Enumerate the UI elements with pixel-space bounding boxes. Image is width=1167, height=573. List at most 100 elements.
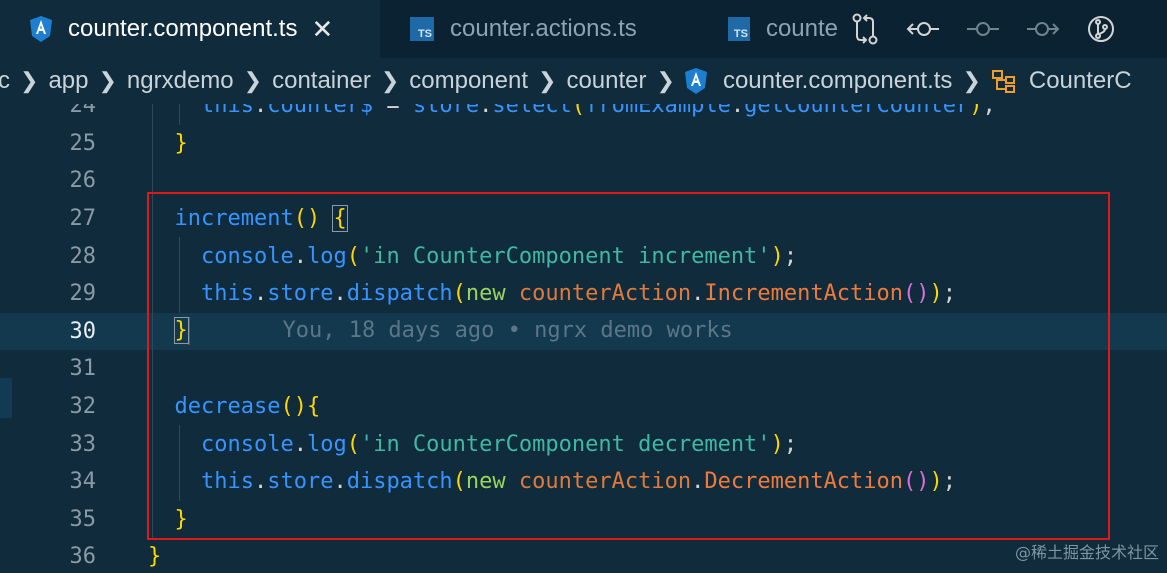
breadcrumb-item[interactable]: component (403, 67, 534, 95)
line-number: 27 (69, 206, 97, 232)
code-text: this.store.dispatch(new counterAction.In… (148, 281, 956, 306)
code-text: this.store.dispatch(new counterAction.De… (148, 469, 956, 494)
code-token: increment (174, 206, 294, 232)
breadcrumb-item[interactable]: container (266, 67, 377, 95)
indent-guide (152, 350, 153, 388)
code-text: decrease(){ (148, 394, 321, 420)
line-number: 25 (69, 130, 97, 156)
chevron-right-icon: ❯ (243, 68, 263, 93)
line-number: 24 (69, 104, 97, 119)
code-line[interactable]: 29 this.store.dispatch(new counterAction… (0, 275, 1167, 313)
line-number: 31 (69, 356, 97, 382)
code-text: this.counter$ = store.select(fromExample… (148, 104, 996, 118)
code-token: console (200, 243, 294, 269)
line-number: 35 (69, 506, 97, 532)
code-token: . (479, 104, 493, 119)
chevron-right-icon: ❯ (962, 68, 981, 93)
code-token: dispatch (346, 469, 453, 495)
code-token: decrease (174, 394, 281, 420)
line-number: 32 (69, 394, 97, 420)
breadcrumb-file[interactable]: counter.component.ts (717, 67, 958, 95)
code-text: console.log('in CounterComponent increme… (148, 244, 797, 269)
blame-spacer (190, 318, 283, 343)
code-editor[interactable]: 24 this.counter$ = store.select(fromExam… (0, 104, 1167, 573)
close-icon[interactable]: ✕ (311, 14, 333, 45)
open-changes-icon[interactable] (850, 12, 880, 46)
code-line[interactable]: 34 this.store.dispatch(new counterAction… (0, 463, 1167, 501)
code-token: } (173, 317, 189, 345)
code-token: this (200, 281, 254, 307)
code-token: ) (929, 281, 943, 307)
code-token: () (280, 394, 307, 420)
breadcrumb-item[interactable]: ngrxdemo (121, 67, 240, 95)
code-line[interactable]: 33 console.log('in CounterComponent decr… (0, 425, 1167, 463)
code-token: log (306, 431, 347, 457)
commit-icon[interactable] (966, 16, 1000, 42)
code-token: . (333, 281, 347, 307)
code-token: fromExample (585, 104, 731, 119)
code-token: . (253, 281, 268, 307)
code-token: ; (942, 469, 957, 495)
line-number: 36 (69, 544, 97, 570)
line-number: 29 (69, 281, 97, 307)
code-line[interactable]: 27 increment() { (0, 199, 1167, 238)
breadcrumb-item[interactable]: c (0, 67, 16, 95)
tab-counter-truncated[interactable]: TS counte (698, 0, 838, 58)
code-line[interactable]: 24 this.counter$ = store.select(fromExam… (0, 104, 1167, 125)
editor-actions (850, 0, 1116, 58)
chevron-right-icon: ❯ (538, 68, 557, 93)
tab-counter-actions[interactable]: TS counter.actions.ts (380, 0, 698, 58)
code-token: = (373, 104, 413, 119)
code-token: getCounterCounter (744, 104, 970, 119)
breadcrumb-symbol[interactable]: CounterC (1023, 67, 1138, 95)
code-line[interactable]: 36} (0, 538, 1167, 573)
code-line[interactable]: 26 (0, 162, 1167, 200)
code-token: { (306, 394, 321, 420)
code-text: } (148, 131, 188, 156)
code-token: select (492, 104, 572, 119)
code-line[interactable]: 35 } (0, 500, 1167, 539)
tab-label: counter.actions.ts (450, 15, 637, 42)
code-line[interactable]: 30 } You, 18 days ago • ngrx demo works (0, 312, 1167, 351)
code-token: IncrementAction (704, 281, 904, 307)
gutter-marker (0, 378, 12, 418)
code-token: ) (929, 469, 943, 495)
code-token: new (465, 281, 506, 307)
breadcrumb-item[interactable]: counter (560, 67, 652, 95)
chevron-right-icon: ❯ (98, 68, 117, 93)
watermark: @稀土掘金技术社区 (1014, 543, 1159, 562)
next-change-icon[interactable] (1026, 16, 1060, 42)
code-token: ; (982, 104, 996, 119)
angular-icon (30, 16, 52, 42)
code-token: } (174, 506, 188, 532)
tab-label: counter.component.ts (68, 15, 298, 42)
code-line[interactable]: 31 (0, 350, 1167, 388)
previous-change-icon[interactable] (906, 16, 940, 42)
code-line[interactable]: 28 console.log('in CounterComponent incr… (0, 237, 1167, 275)
code-token: 'in CounterComponent increment' (359, 243, 771, 269)
breadcrumb-item[interactable]: app (42, 67, 94, 95)
code-line[interactable]: 25 } (0, 124, 1167, 163)
typescript-icon: TS (728, 17, 750, 41)
code-token: console (200, 431, 294, 457)
code-token: store (267, 281, 334, 307)
git-graph-icon[interactable] (1086, 14, 1116, 44)
code-token: counter$ (267, 104, 374, 119)
code-line[interactable]: 32 decrease(){ (0, 387, 1167, 426)
code-token: ( (571, 104, 586, 119)
code-text: console.log('in CounterComponent decreme… (148, 432, 797, 457)
code-token: store (267, 469, 334, 495)
tab-counter-component[interactable]: counter.component.ts ✕ (0, 0, 380, 58)
line-number: 28 (69, 243, 97, 269)
